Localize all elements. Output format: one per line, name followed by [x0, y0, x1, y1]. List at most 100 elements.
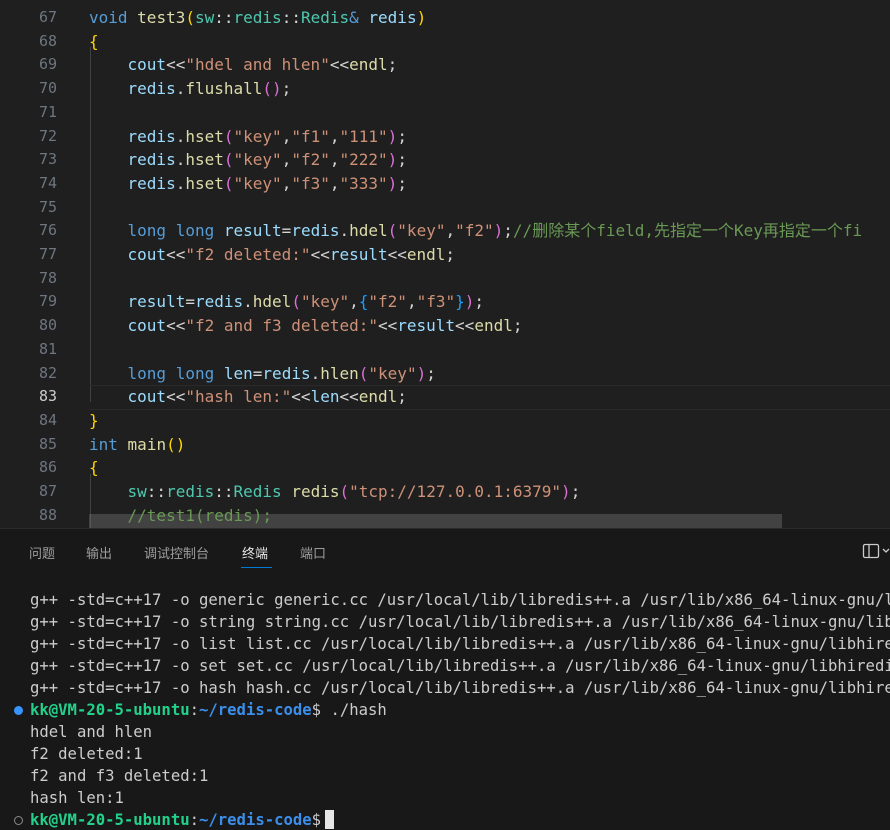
code-token: (: [387, 221, 398, 241]
tab-output[interactable]: 输出: [86, 543, 112, 562]
code-line[interactable]: 71: [0, 101, 890, 125]
code-token: ;: [397, 387, 407, 407]
line-number: 86: [38, 458, 57, 477]
prompt-user: kk@VM-20-5-ubuntu: [30, 701, 190, 719]
code-line[interactable]: 77 cout<<"f2 deleted:"<<result<<endl;: [0, 243, 890, 267]
code-token: ,: [406, 292, 417, 312]
code-line[interactable]: 73 redis.hset("key","f2","222");: [0, 148, 890, 172]
line-number: 74: [38, 173, 57, 192]
code-line[interactable]: 75: [0, 196, 890, 220]
code-token: ): [561, 482, 571, 501]
code-line[interactable]: 78: [0, 267, 890, 291]
code-token: int: [89, 434, 118, 454]
code-token: <<: [329, 55, 350, 75]
line-number: 70: [38, 79, 57, 98]
line-number: 71: [38, 102, 57, 121]
tab-ports[interactable]: 端口: [300, 543, 326, 562]
prompt-user: kk@VM-20-5-ubuntu: [30, 811, 190, 829]
code-token: .: [175, 173, 186, 193]
line-number: 77: [38, 245, 57, 263]
code-token: <<: [166, 316, 186, 336]
code-text: redis.hset("key","f1","111");: [89, 125, 407, 149]
code-token: "key": [233, 150, 282, 170]
code-token: redis: [127, 150, 176, 170]
terminal-cursor: [325, 810, 335, 829]
tab-problems[interactable]: 问题: [29, 543, 55, 562]
command-success-marker[interactable]: [14, 706, 23, 715]
code-token: cout: [127, 316, 167, 336]
code-line[interactable]: 86 {: [0, 456, 890, 480]
split-panel-icon[interactable]: [862, 543, 890, 561]
code-token: &: [349, 8, 359, 27]
code-token: ;: [387, 55, 398, 75]
code-text: cout<<"hash len:"<<len<<endl;: [89, 385, 407, 409]
code-line[interactable]: 72 redis.hset("key","f1","111");: [0, 125, 890, 149]
code-line[interactable]: 84}: [0, 409, 890, 433]
code-token: redis: [291, 482, 340, 501]
code-token: hdel: [252, 292, 292, 312]
code-token: "f2": [368, 292, 407, 312]
code-token: result: [329, 245, 388, 264]
code-token: cout: [127, 245, 167, 264]
code-line[interactable]: 88 //test1(redis);: [0, 504, 890, 528]
prompt-path: ~/redis-code: [199, 701, 312, 719]
code-token: ;: [397, 173, 407, 193]
code-token: (: [339, 482, 350, 501]
code-text: void test3(sw::redis::Redis& redis): [89, 6, 426, 30]
code-token: ;: [397, 126, 407, 146]
code-token: <<: [387, 245, 407, 264]
code-line[interactable]: 85 int main(): [0, 433, 890, 457]
code-line[interactable]: 69 cout<<"hdel and hlen"<<endl;: [0, 53, 890, 77]
code-line[interactable]: 81: [0, 338, 890, 362]
code-text: redis.hset("key","f2","222");: [89, 148, 407, 172]
code-editor[interactable]: 67 void test3(sw::redis::Redis& redis) 68{…: [0, 0, 890, 528]
code-token: redis: [127, 173, 176, 193]
code-token: long long: [127, 221, 215, 241]
code-line[interactable]: 87 sw::redis::Redis redis("tcp://127.0.0…: [0, 480, 890, 504]
code-token: ::: [146, 482, 167, 501]
code-token: =: [252, 363, 263, 383]
code-line[interactable]: 80 cout<<"f2 and f3 deleted:"<<result<<e…: [0, 314, 890, 338]
code-line[interactable]: 70 redis.flushall();: [0, 77, 890, 101]
code-token: ): [387, 150, 398, 170]
command-pending-marker[interactable]: [14, 816, 23, 825]
code-line[interactable]: 79 result=redis.hdel("key",{"f2","f3"});: [0, 290, 890, 314]
code-token: redis: [291, 221, 340, 241]
code-token: void: [89, 8, 128, 27]
tab-terminal[interactable]: 终端: [242, 543, 268, 562]
code-text: {: [89, 456, 99, 480]
code-token: "key": [233, 126, 282, 146]
code-token: <<: [166, 245, 186, 264]
code-line[interactable]: 76 long long result=redis.hdel("key","f2…: [0, 219, 890, 243]
code-token: ;: [474, 292, 485, 312]
code-token: =: [281, 221, 292, 241]
line-number: 75: [38, 197, 57, 216]
code-line[interactable]: 82 long long len=redis.hlen("key");: [0, 362, 890, 386]
tab-debug-console[interactable]: 调试控制台: [144, 543, 209, 562]
code-token: <<: [455, 316, 475, 336]
code-token: redis: [127, 79, 176, 99]
code-token: "tcp://127.0.0.1:6379": [349, 482, 562, 501]
code-text: sw::redis::Redis redis("tcp://127.0.0.1:…: [89, 480, 581, 504]
code-line[interactable]: 67 void test3(sw::redis::Redis& redis): [0, 6, 890, 30]
code-token: "key": [397, 221, 446, 241]
code-token: ,: [329, 173, 340, 193]
code-token: ): [493, 221, 504, 241]
code-token: ;: [445, 245, 456, 264]
code-token: "hash len:": [185, 387, 292, 407]
code-line[interactable]: 74 redis.hset("key","f3","333");: [0, 172, 890, 196]
code-token: //test1(redis);: [127, 505, 273, 525]
line-number: 68: [38, 31, 57, 50]
code-token: <<: [166, 55, 186, 75]
code-line[interactable]: 68 {: [0, 30, 890, 54]
code-token: hdel: [349, 221, 388, 241]
code-line[interactable]: 83 cout<<"hash len:"<<len<<endl;: [0, 385, 890, 409]
code-token: long long: [127, 363, 215, 383]
